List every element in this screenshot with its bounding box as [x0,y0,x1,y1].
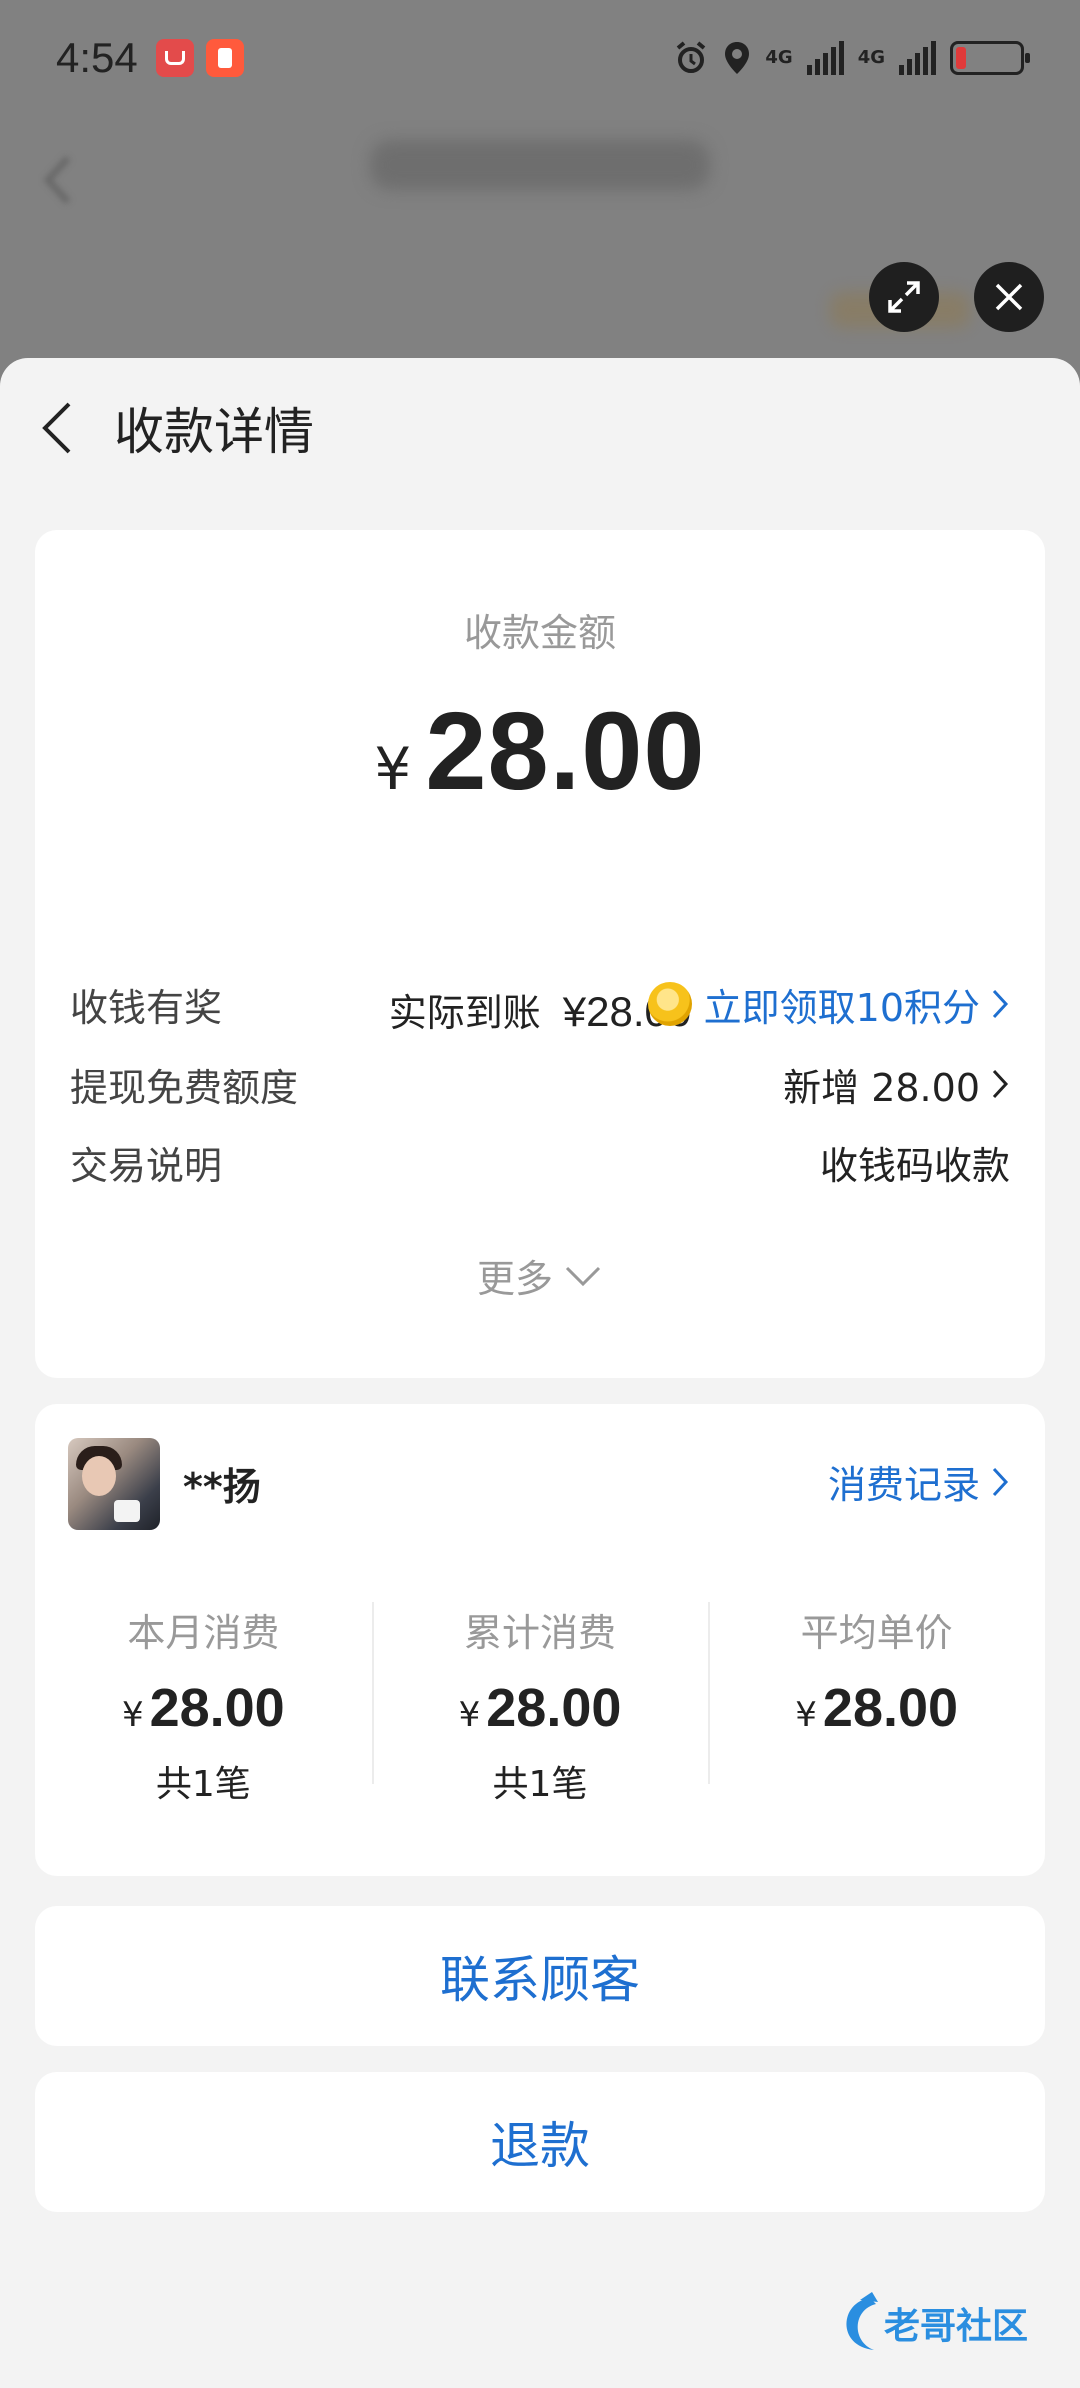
refund-button[interactable]: 退款 [35,2072,1045,2212]
amount-label: 收款金额 [463,611,616,655]
stat-title: 平均单价 [800,1611,953,1655]
avatar [68,1438,160,1530]
background-title-blurred [370,140,710,190]
background-back-icon [43,155,71,205]
chevron-down-icon [565,1266,601,1286]
consumption-records-link[interactable]: 消费记录 [828,1454,1010,1509]
back-arrow-icon [42,402,71,454]
chevron-right-icon [990,1067,1010,1101]
detail-label: 提现免费额度 [70,1065,299,1110]
status-icons: 4G 4G [673,40,1030,76]
stat-count: 共1笔 [492,1764,588,1805]
app-notification-icon [205,39,244,77]
detail-value: 新增 28.00 [783,1065,980,1110]
location-icon [725,42,750,74]
records-label: 消费记录 [827,1463,980,1507]
currency-symbol: ¥ [374,735,412,803]
stat-value: ¥ 28.00 [35,1677,372,1739]
backdrop-page: 4:54 4G 4G [0,0,1080,400]
huawei-appgallery-icon [155,39,194,77]
signal-icon-1 [806,41,844,75]
stat-currency: ¥ [121,1695,144,1735]
status-time: 4:54 [56,34,138,81]
battery-icon [950,41,1030,75]
stat-currency: ¥ [795,1695,817,1735]
status-bar: 4:54 4G 4G [0,0,1080,116]
stat-this-month: 本月消费 ¥ 28.00 共1笔 [35,1602,372,1805]
coin-icon [647,982,692,1026]
stat-title: 本月消费 [127,1611,280,1655]
payment-detail-sheet: 收款详情 收款金额 ¥ 28.00 实际到账 ¥28.00 收钱有奖 立即领取1… [0,358,1080,2388]
customer-name: **扬 [183,1465,261,1509]
alarm-icon [677,41,706,73]
more-label: 更多 [476,1257,553,1301]
detail-value: 立即领取10积分 [703,985,980,1030]
stat-title: 累计消费 [464,1611,617,1655]
signal-icon-2 [899,41,936,75]
amount-value: ¥ 28.00 [35,688,1045,815]
customer-stats: 本月消费 ¥ 28.00 共1笔 累计消费 ¥ 28.00 共1笔 平均单价 ¥ [35,1602,1045,1805]
close-icon [995,283,1023,311]
stat-number: 28.00 [486,1678,622,1738]
expand-icon [888,281,920,313]
stat-currency: ¥ [458,1695,481,1735]
page-title: 收款详情 [114,403,314,461]
expand-button[interactable] [869,262,939,332]
watermark-logo: 老哥社区 [830,2288,1062,2364]
close-button[interactable] [974,262,1044,332]
sheet-header: 收款详情 [0,358,1080,498]
stat-count: 共1笔 [155,1764,251,1805]
free-quota-value[interactable]: 新增 28.00 [783,1057,1010,1112]
claim-points-link[interactable]: 立即领取10积分 [647,977,1010,1032]
amount-number: 28.00 [425,690,706,813]
chevron-right-icon [990,1465,1010,1499]
stat-average-price: 平均单价 ¥ 28.00 [708,1602,1045,1792]
customer-card: **扬 消费记录 本月消费 ¥ 28.00 共1笔 累计消费 ¥ 28.00 共… [35,1404,1045,1876]
detail-value: 收钱码收款 [819,1143,1010,1188]
contact-customer-button[interactable]: 联系顾客 [35,1906,1045,2046]
network-type-1: 4G [765,47,793,68]
watermark-text: 老哥社区 [884,2306,1028,2347]
detail-row-reward[interactable]: 收钱有奖 立即领取10积分 [70,974,1010,1034]
stat-cumulative: 累计消费 ¥ 28.00 共1笔 [371,1602,709,1805]
stat-value: ¥ 28.00 [708,1677,1045,1739]
back-button[interactable] [2,373,112,483]
detail-row-free-quota[interactable]: 提现免费额度 新增 28.00 [70,1054,1010,1114]
detail-row-description: 交易说明 收钱码收款 [70,1132,1010,1192]
stat-number: 28.00 [822,1678,959,1738]
stat-value: ¥ 28.00 [372,1677,709,1739]
amount-card: 收款金额 ¥ 28.00 实际到账 ¥28.00 收钱有奖 立即领取10积分 提… [35,530,1045,1378]
chevron-right-icon [990,987,1010,1021]
stat-number: 28.00 [149,1678,285,1738]
watermark-logo-icon: 老哥社区 [846,2292,1028,2350]
more-button[interactable]: 更多 [35,1248,1045,1303]
network-type-2: 4G [857,47,885,68]
detail-label: 交易说明 [70,1143,223,1188]
detail-label: 收钱有奖 [70,985,223,1030]
